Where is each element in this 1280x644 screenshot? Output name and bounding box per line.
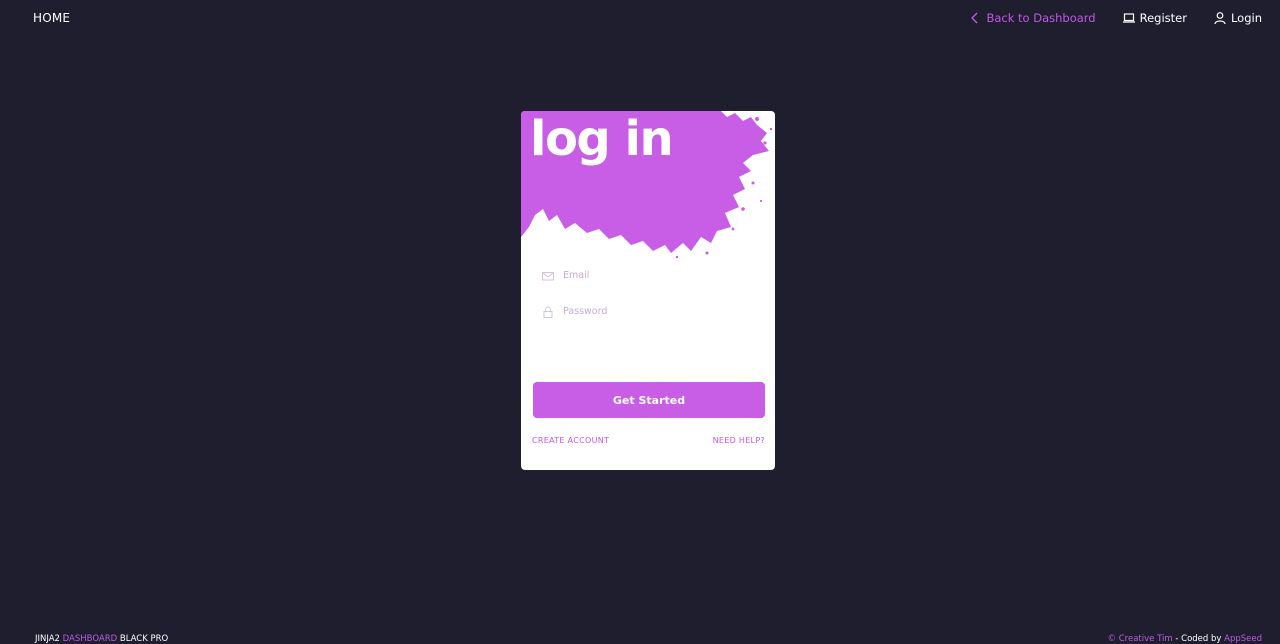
footer-credits: © Creative Tim - Coded by AppSeed xyxy=(1108,634,1262,644)
nav-links: Back to Dashboard Register Login xyxy=(968,11,1262,25)
creative-tim-link[interactable]: © Creative Tim xyxy=(1108,634,1173,644)
lock-icon xyxy=(541,304,555,318)
register-link[interactable]: Register xyxy=(1122,11,1187,25)
footer-prefix: JINJA2 xyxy=(35,634,63,644)
login-label: Login xyxy=(1230,11,1262,25)
email-icon xyxy=(541,268,555,282)
footer-copyright: JINJA2 DASHBOARD BLACK PRO xyxy=(35,634,168,644)
user-icon xyxy=(1213,11,1227,25)
email-input[interactable] xyxy=(563,269,743,281)
login-link[interactable]: Login xyxy=(1213,11,1262,25)
need-help-link[interactable]: Need Help? xyxy=(713,436,765,445)
footer-suffix: BLACK PRO xyxy=(117,634,169,644)
home-link[interactable]: HOME xyxy=(33,11,70,25)
back-to-dashboard-link[interactable]: Back to Dashboard xyxy=(968,11,1096,25)
card-title: log in xyxy=(530,111,674,167)
appseed-link[interactable]: AppSeed xyxy=(1224,634,1262,644)
password-input-group xyxy=(541,300,755,322)
top-navbar: HOME Back to Dashboard Register Login xyxy=(0,0,1280,38)
footer-accent[interactable]: DASHBOARD xyxy=(63,634,118,644)
register-label: Register xyxy=(1139,11,1187,25)
get-started-button[interactable]: Get Started xyxy=(533,382,765,418)
footer-separator: - Coded by xyxy=(1172,634,1225,644)
create-account-link[interactable]: Create Account xyxy=(532,436,609,445)
password-input[interactable] xyxy=(563,305,743,317)
laptop-icon xyxy=(1122,11,1136,25)
email-input-group xyxy=(541,264,755,286)
chevron-left-icon xyxy=(968,11,982,25)
login-card: log in Get Started Create Account Need H… xyxy=(521,111,775,470)
back-to-dashboard-label: Back to Dashboard xyxy=(986,11,1096,25)
